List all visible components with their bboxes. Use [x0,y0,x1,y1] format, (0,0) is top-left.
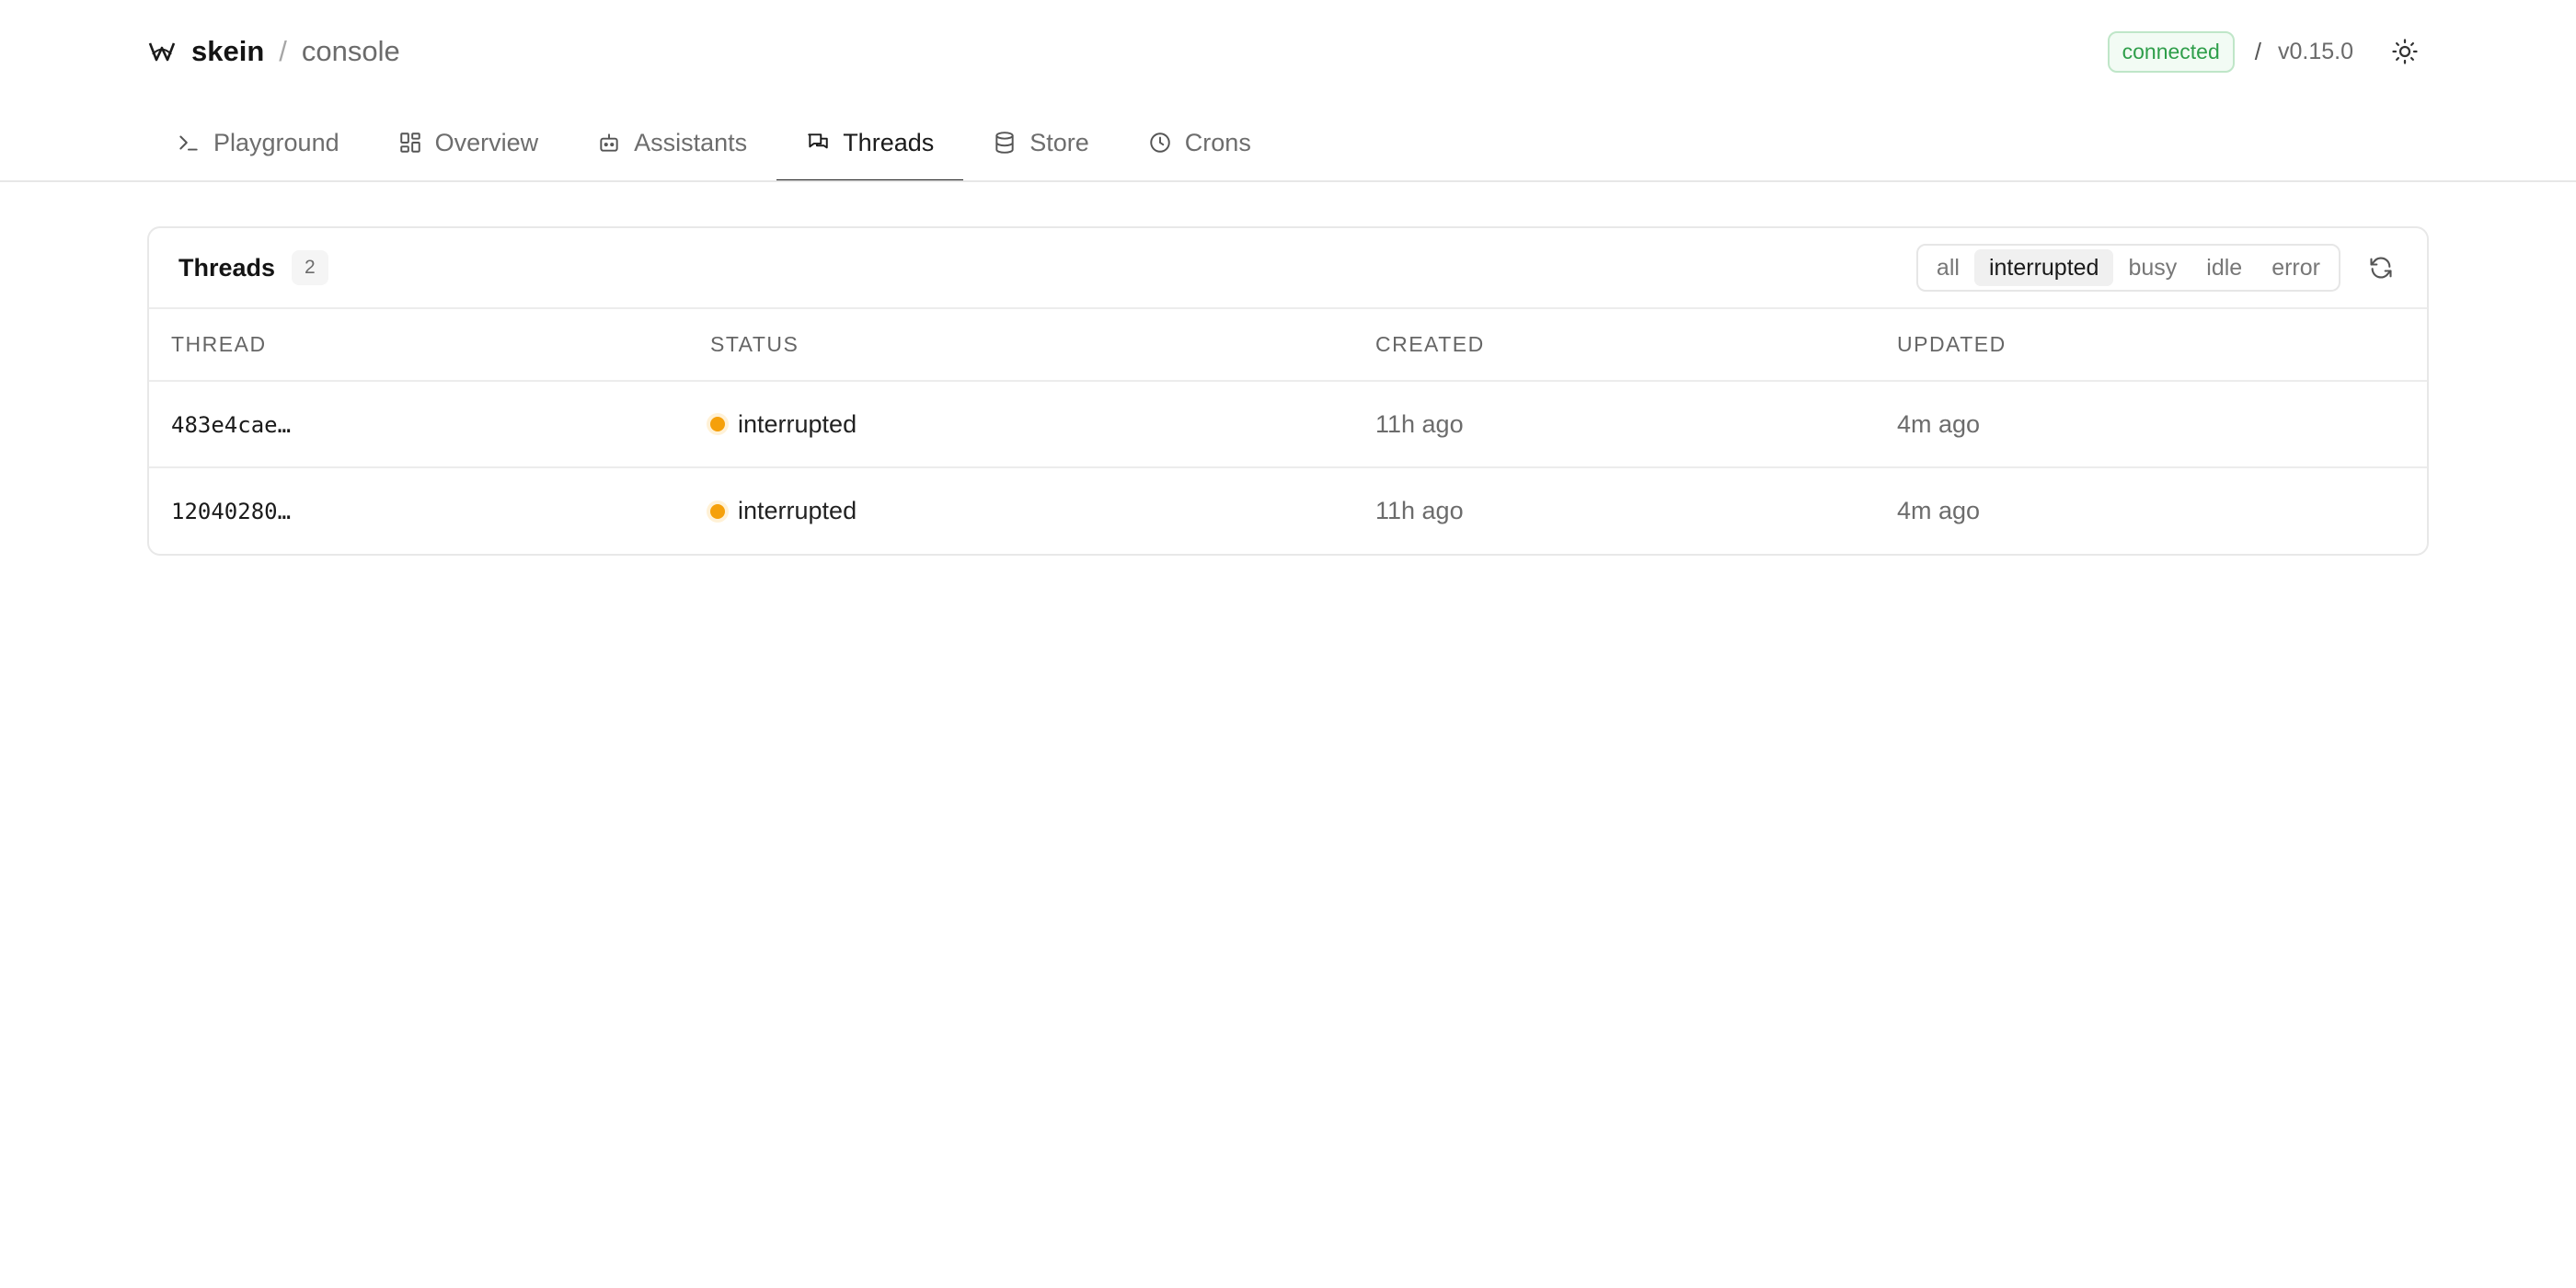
robot-icon [600,133,618,152]
top-bar: skein / console connected / v0.15.0 [147,28,2429,75]
tab-assistants[interactable]: Assistants [568,103,776,182]
created-time: 11h ago [1375,381,1897,468]
threads-table: Thread Status Created Updated 483e4cae… … [149,309,2427,554]
thread-id[interactable]: 483e4cae… [171,412,291,438]
tab-threads[interactable]: Threads [776,103,964,182]
dashboard-icon [399,132,420,153]
chat-icon [808,133,828,149]
filter-error[interactable]: error [2257,249,2335,286]
skein-logo-icon [148,42,176,62]
terminal-icon [179,135,198,151]
tab-overview[interactable]: Overview [369,103,569,182]
top-bar-right: connected / v0.15.0 [2107,28,2429,75]
table-row[interactable]: 483e4cae… interrupted 11h ago 4m ago [149,381,2427,468]
threads-card-header: Threads 2 all interrupted busy idle erro… [149,228,2427,309]
filter-interrupted[interactable]: interrupted [1973,249,2114,286]
clock-icon [1150,132,1170,153]
tab-label: Crons [1184,128,1251,156]
updated-time: 4m ago [1897,381,2427,468]
connection-status-badge: connected [2107,30,2235,73]
column-header-status[interactable]: Status [710,309,1375,382]
brand-name: skein [191,35,265,67]
filter-busy[interactable]: busy [2113,249,2191,286]
status-dot-icon [710,417,725,431]
updated-time: 4m ago [1897,497,1981,524]
tab-label: Assistants [634,128,748,156]
status-dot-icon [710,503,725,519]
tab-store[interactable]: Store [963,103,1119,182]
nav-tabs: Playground Overview Assistants Threads S… [147,103,1281,182]
tab-label: Overview [434,128,539,156]
theme-toggle-button[interactable] [2381,28,2429,75]
tab-label: Store [1029,128,1089,156]
filter-all[interactable]: all [1922,249,1974,286]
version-separator: / [2254,37,2261,65]
status-label: interrupted [738,409,857,438]
version-label: v0.15.0 [2277,38,2353,64]
threads-card: Threads 2 all interrupted busy idle erro… [147,226,2429,556]
section-name: console [301,35,400,67]
table-header-row: Thread Status Created Updated [149,309,2427,382]
created-time: 11h ago [1375,497,1464,524]
tabs-divider [0,180,2576,182]
filter-idle[interactable]: idle [2191,249,2257,286]
database-icon [995,132,1014,154]
brand-separator: / [279,35,287,67]
status-cell: interrupted [710,410,1375,439]
refresh-icon [2370,257,2392,279]
status-filter-group: all interrupted busy idle error [1915,244,2340,292]
status-cell: interrupted [710,497,1375,525]
column-header-thread[interactable]: Thread [149,309,710,382]
sun-icon [2392,39,2418,64]
thread-count-badge: 2 [292,250,328,285]
refresh-button[interactable] [2357,244,2405,292]
table-row[interactable]: 12040280… interrupted 11h ago 4m ago [149,467,2427,554]
card-title: Threads [178,253,276,282]
status-label: interrupted [738,497,857,524]
console-page: skein / console connected / v0.15.0 Play… [0,0,2576,1288]
tab-label: Playground [213,128,339,156]
tab-crons[interactable]: Crons [1119,103,1281,182]
tab-label: Threads [843,128,935,156]
tab-playground[interactable]: Playground [147,103,369,182]
thread-id[interactable]: 12040280… [171,499,291,524]
brand[interactable]: skein / console [147,35,400,68]
column-header-updated[interactable]: Updated [1897,309,2427,382]
column-header-created[interactable]: Created [1375,309,1897,382]
